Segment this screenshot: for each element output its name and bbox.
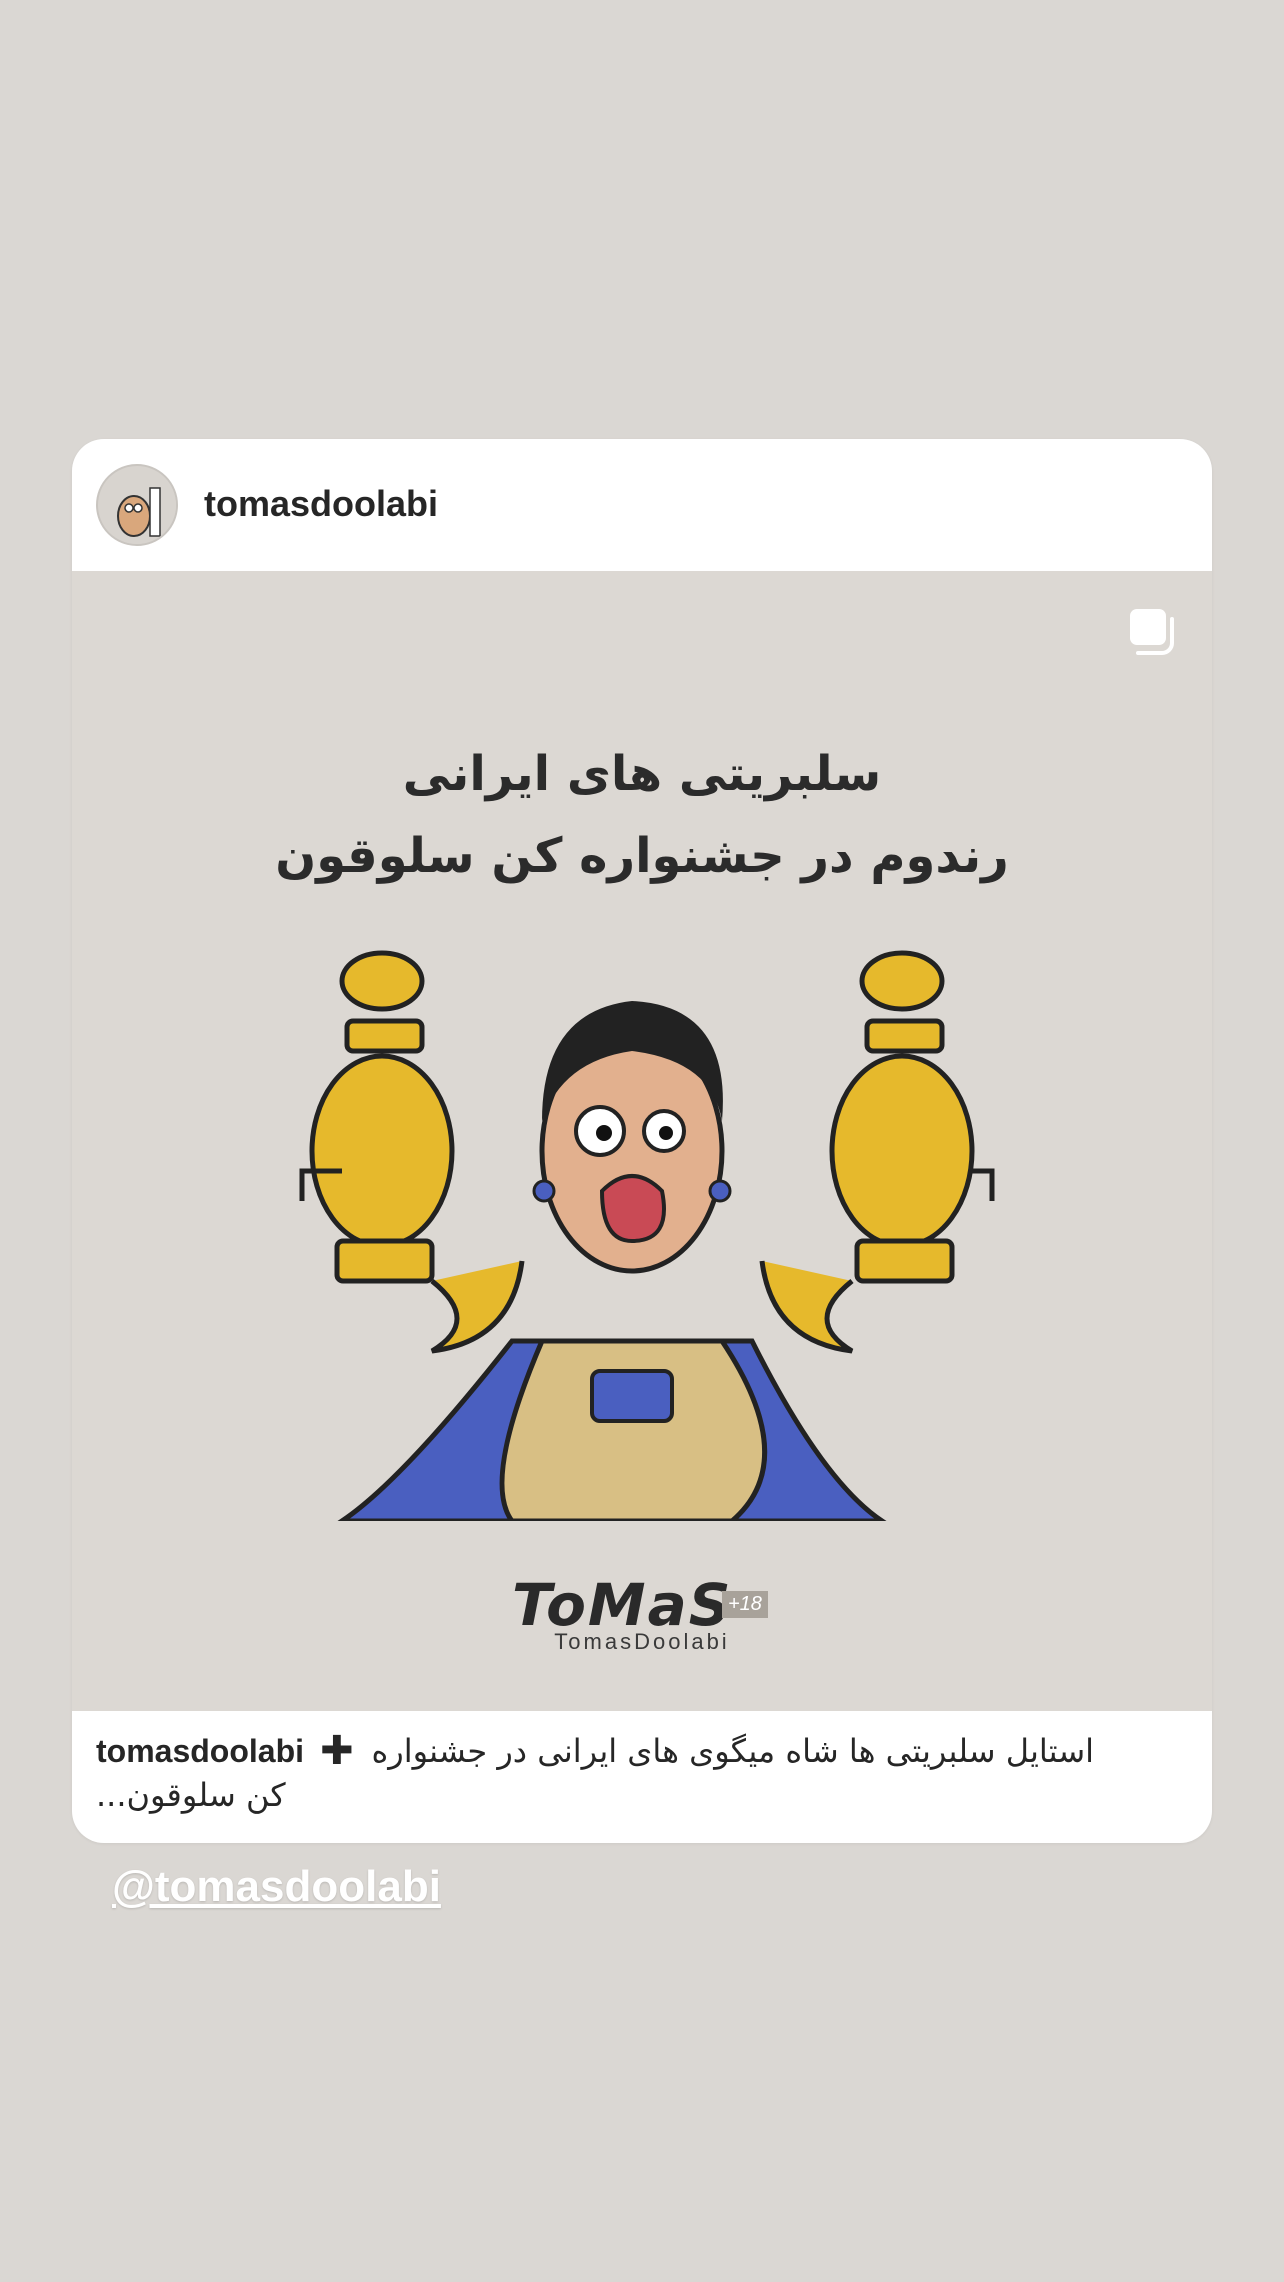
watermark-age-badge: +18 — [722, 1591, 768, 1618]
post-header: tomasdoolabi — [72, 439, 1212, 571]
post-username[interactable]: tomasdoolabi — [204, 483, 438, 525]
image-title-line-2: رندوم در جشنواره کن سلوقون — [275, 828, 1009, 884]
mention-sticker[interactable]: @tomasdoolabi — [112, 1862, 441, 1912]
watermark: ToMaS +18 TomasDoolabi — [512, 1571, 802, 1663]
post-caption[interactable]: tomasdoolabi ✚ استایل سلبریتی ها شاه میگ… — [96, 1729, 1186, 1817]
cartoon-illustration — [299, 950, 995, 1521]
caption-text-line-1: استایل سلبریتی ها شاه میگوی های ایرانی د… — [371, 1732, 1095, 1770]
post-image[interactable]: سلبریتی های ایرانی رندوم در جشنواره کن س… — [72, 571, 1212, 1711]
caption-text-line-2: کن سلوقون... — [96, 1776, 286, 1814]
caption-username[interactable]: tomasdoolabi — [96, 1729, 304, 1773]
image-title-line-1: سلبریتی های ایرانی — [402, 746, 882, 802]
watermark-subtitle: TomasDoolabi — [554, 1629, 730, 1654]
multi-image-icon — [1130, 609, 1174, 655]
shared-post-card[interactable]: tomasdoolabi سلبریتی های ایرانی رندوم در… — [72, 439, 1212, 1843]
plus-icon: ✚ — [320, 1729, 354, 1773]
avatar[interactable] — [96, 464, 178, 546]
